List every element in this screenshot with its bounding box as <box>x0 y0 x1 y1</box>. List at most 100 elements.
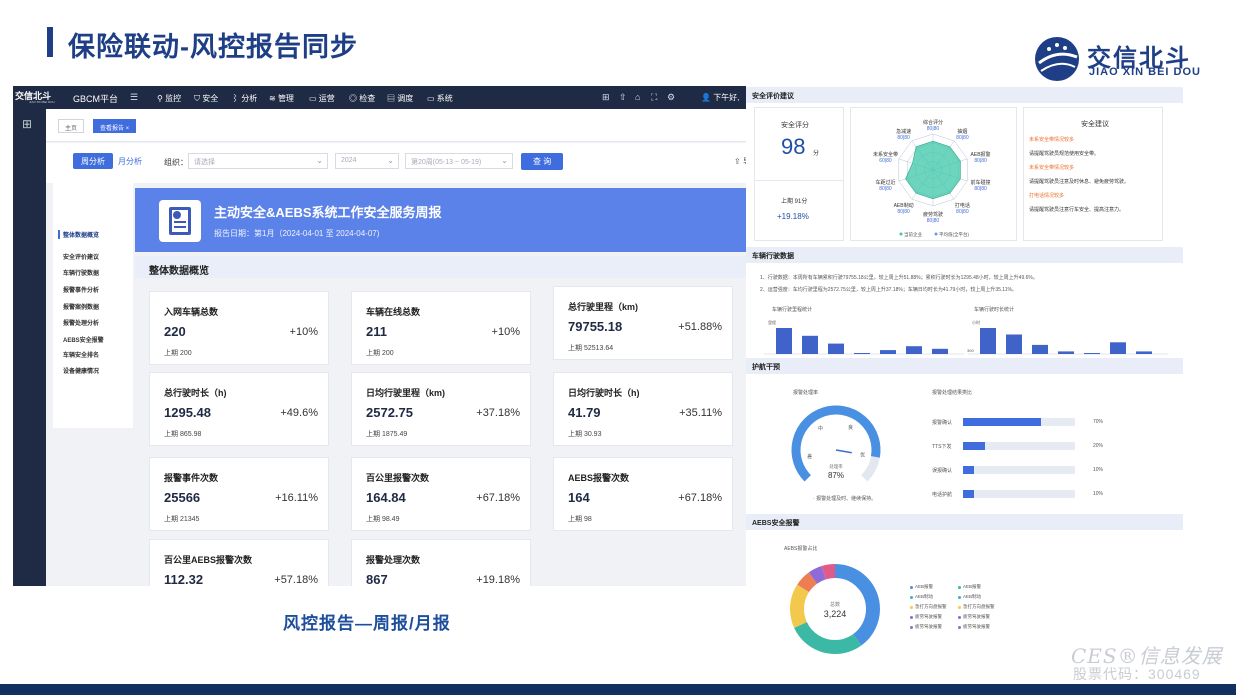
radar-axis-label: 疲劳驾驶 <box>923 211 943 218</box>
rate-note-text: 报警处理及时、继续保持。 <box>816 496 877 502</box>
crumb-report[interactable]: 查看报告 × <box>93 119 137 133</box>
escort-panel: 护航干预 报警处理率 差 中 良优处理率 87% · 报警处理及时、继续保持。 报警处… <box>746 358 1183 510</box>
tab-monthly[interactable]: 月分析 <box>110 153 150 169</box>
chevron-down-icon: ⌄ <box>387 156 394 165</box>
advice-item: 未系安全带情况较多 <box>1029 137 1075 143</box>
grid-icon[interactable]: ⊞ <box>602 92 610 103</box>
advice-item: 未系安全带情况较多 <box>1029 165 1075 171</box>
score-box: 安全评分 98 分 上期 91分 +19.18% <box>754 107 844 241</box>
bar <box>1136 351 1152 354</box>
stat-value: 211 <box>366 324 387 339</box>
gauge-tick-label: 良 <box>848 424 853 431</box>
stat-change: +57.18% <box>274 574 318 586</box>
drive-panel-head: 车辆行驶数据 <box>746 247 1183 263</box>
result-label: 报警确认 <box>932 420 953 426</box>
mileage-chart-title: 车辆行驶里程统计 <box>772 307 813 313</box>
legend-swatch <box>910 616 913 619</box>
home-icon[interactable]: ⌂ <box>635 92 640 102</box>
radar-axis-label: AEB制动 <box>894 202 914 209</box>
stat-change: +10% <box>289 326 318 338</box>
legend-label: 疲劳驾驶报警 <box>963 624 990 629</box>
menu-overview[interactable]: 整体数据概览 <box>58 230 99 239</box>
nav-label: 安全 <box>202 94 219 103</box>
legend-label: 急打方向盘报警 <box>915 604 947 609</box>
nav-label: 调度 <box>397 94 414 103</box>
stat-previous: 上期 200 <box>164 350 192 357</box>
result-pct: 20% <box>1093 443 1104 449</box>
radar-axis-value: 80|80 <box>879 186 892 192</box>
section-title: 整体数据概览 <box>149 266 209 277</box>
stat-label: AEBS报警次数 <box>568 473 630 483</box>
query-button[interactable]: 查 询 <box>521 153 564 170</box>
menu-alarm-cases[interactable]: 报警案例数据 <box>63 302 99 311</box>
bar <box>776 328 792 354</box>
menu-device-health[interactable]: 设备健康情况 <box>63 366 99 375</box>
advice-title: 安全建议 <box>1081 121 1109 128</box>
nav-safety[interactable]: ⛉ 安全 <box>194 93 218 104</box>
nav-manage[interactable]: ≋ 管理 <box>269 93 294 104</box>
menu-alarm-events[interactable]: 报警事件分析 <box>63 285 99 294</box>
week-select[interactable]: 第20周(05-13 ~ 05-19) ⌄ <box>405 153 513 169</box>
nav-inspect[interactable]: ◎ 检查 <box>349 93 375 104</box>
report-title: 主动安全&AEBS系统工作安全服务周报 <box>214 205 442 220</box>
user-greeting[interactable]: 👤 下午好, <box>701 92 739 103</box>
stat-previous: 上期 200 <box>366 350 394 357</box>
stat-card: 报警处理次数 867 +19.18% <box>351 539 531 586</box>
rate-title: 报警处理率 <box>793 390 819 396</box>
radar-series-current <box>905 140 961 200</box>
stat-change: +51.88% <box>678 321 722 333</box>
stat-label: 报警事件次数 <box>164 473 219 483</box>
nav-label: 分析 <box>241 94 258 103</box>
brand-name-en: JIAO XIN BEI DOU <box>1089 66 1201 78</box>
crumb-home[interactable]: 主页 <box>58 119 85 133</box>
settings-icon[interactable]: ⚙ <box>667 92 675 103</box>
nav-operate[interactable]: ▭ 运营 <box>309 93 335 104</box>
drive-panel: 车辆行驶数据 1、行驶数据：本周所有车辆累积行驶79755.18公里，较上周上升… <box>746 247 1183 357</box>
result-track <box>963 418 1075 426</box>
stat-value: 220 <box>164 324 186 339</box>
user-greeting-text: 下午好, <box>713 93 740 102</box>
section-heading: 整体数据概览 <box>135 256 746 278</box>
radar-axis-value: 80|80 <box>974 186 987 192</box>
menu-alarm-handling[interactable]: 报警处理分析 <box>63 318 99 327</box>
menu-toggle-icon[interactable]: ☰ <box>130 92 138 103</box>
year-select[interactable]: 2024 ⌄ <box>335 153 399 169</box>
stat-previous: 上期 865.98 <box>164 431 202 438</box>
menu-safety-advice[interactable]: 安全评价建议 <box>63 252 99 261</box>
radar-axis-value: 80|80 <box>974 158 987 164</box>
bar <box>932 348 948 354</box>
footer-bar <box>0 684 1236 695</box>
stat-value: 41.79 <box>568 405 601 420</box>
legend-label: 当前企业 <box>904 231 922 238</box>
result-track <box>963 442 1075 450</box>
panel-title: AEBS安全报警 <box>752 520 800 527</box>
nav-analysis[interactable]: ⌇ 分析 <box>231 93 257 104</box>
stat-card: 报警事件次数 25566 +16.11% 上期 21345 <box>149 457 329 531</box>
score-last: 上期 91分 <box>781 199 808 205</box>
org-select[interactable]: 请选择 ⌄ <box>188 153 328 169</box>
stat-label: 总行驶里程（km) <box>568 302 639 312</box>
escort-panel-head: 护航干预 <box>746 358 1183 374</box>
stat-card: AEBS报警次数 164 +67.18% 上期 98 <box>553 457 733 531</box>
breadcrumb: 主页 查看报告 × <box>46 109 746 142</box>
nav-dispatch[interactable]: ▤ 调度 <box>387 93 413 104</box>
menu-ranking[interactable]: 车辆安全排名 <box>63 350 99 359</box>
upload-icon[interactable]: ⇧ <box>619 92 627 103</box>
tab-weekly[interactable]: 周分析 <box>73 153 113 169</box>
org-placeholder: 请选择 <box>194 159 215 166</box>
legend-swatch <box>910 626 913 629</box>
legend-label: 平均值(全平台) <box>939 231 969 238</box>
radar-axis-label: 打电话 <box>955 202 970 209</box>
export-button[interactable]: ⇪ 导出 <box>734 156 746 167</box>
menu-aebs[interactable]: AEBS安全报警 <box>63 335 104 344</box>
stat-card: 日均行驶时长（h) 41.79 +35.11% 上期 30.93 <box>553 372 733 446</box>
nav-label: 管理 <box>277 94 294 103</box>
menu-driving-data[interactable]: 车辆行驶数据 <box>63 268 99 277</box>
nav-label: 系统 <box>436 94 453 103</box>
nav-system[interactable]: ▭ 系统 <box>427 93 453 104</box>
fullscreen-icon[interactable]: ⛶ <box>651 92 657 103</box>
gauge-needle <box>835 449 852 454</box>
bar <box>828 343 844 354</box>
nav-monitor[interactable]: ⚲ 监控 <box>157 93 181 104</box>
apps-grid-icon[interactable]: ⊞ <box>22 117 32 131</box>
